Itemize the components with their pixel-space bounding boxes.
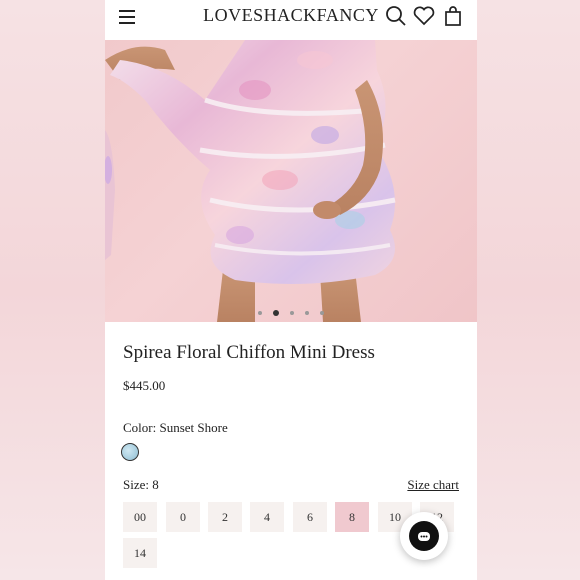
dress-photo xyxy=(105,40,396,322)
heart-icon[interactable] xyxy=(412,4,436,28)
size-option-0[interactable]: 0 xyxy=(166,502,200,532)
product-title: Spirea Floral Chiffon Mini Dress xyxy=(123,342,375,363)
color-swatch-sunset-shore[interactable] xyxy=(121,443,139,461)
color-label: Color: Sunset Shore xyxy=(123,420,228,435)
phone-screen: LOVESHACKFANCY Spirea Floral Chiffon Min… xyxy=(105,0,477,580)
site-header: LOVESHACKFANCY xyxy=(105,0,477,40)
chat-button[interactable] xyxy=(400,512,448,560)
gallery-pagination[interactable] xyxy=(105,302,477,321)
gallery-dot[interactable] xyxy=(257,310,262,315)
size-chart-link[interactable]: Size chart xyxy=(407,477,459,493)
search-icon[interactable] xyxy=(384,4,408,28)
chat-icon xyxy=(409,521,439,551)
product-price: $445.00 xyxy=(123,378,166,393)
size-option-8-selected[interactable]: 8 xyxy=(335,502,369,532)
size-option-6[interactable]: 6 xyxy=(293,502,327,532)
gallery-dot[interactable] xyxy=(290,310,294,315)
gallery-dot[interactable] xyxy=(320,310,325,315)
size-option-4[interactable]: 4 xyxy=(250,502,284,532)
size-label: Size: 8 xyxy=(123,477,159,492)
size-option-2[interactable]: 2 xyxy=(208,502,242,532)
gallery-dot[interactable] xyxy=(305,310,310,315)
size-option-14[interactable]: 14 xyxy=(123,538,157,568)
size-option-00[interactable]: 00 xyxy=(123,502,157,532)
product-image[interactable] xyxy=(105,40,477,322)
bag-icon[interactable] xyxy=(441,4,465,28)
gallery-dot-active[interactable] xyxy=(272,309,279,316)
